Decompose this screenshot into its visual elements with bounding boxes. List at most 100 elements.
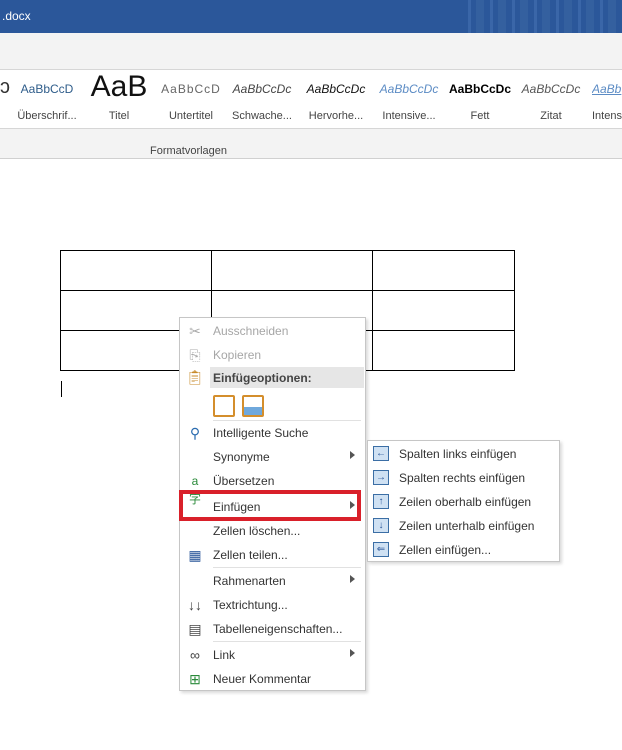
menu-item-new-comment[interactable]: ⊞ Neuer Kommentar bbox=[180, 667, 365, 691]
scissors-icon: ✂ bbox=[189, 323, 201, 339]
paste-options-header: Einfügeoptionen: bbox=[210, 367, 364, 388]
styles-gallery: ɔ AaBbCcD Überschrif... AaB Titel AaBbCcD U… bbox=[0, 69, 622, 129]
style-name: Untertitel bbox=[168, 110, 214, 122]
style-name: Schwache... bbox=[232, 110, 292, 122]
style-name: Intensive... bbox=[382, 110, 436, 122]
style-subtitle[interactable]: AaBbCcD Untertitel bbox=[156, 70, 226, 130]
menu-label: Übersetzen bbox=[213, 474, 275, 488]
menu-item-link[interactable]: ∞ Link bbox=[180, 643, 365, 667]
menu-label: Spalten links einfügen bbox=[399, 447, 517, 461]
style-name: Fett bbox=[470, 110, 490, 122]
submenu-insert-rows-below[interactable]: ↓ Zeilen unterhalb einfügen bbox=[368, 514, 559, 538]
style-title[interactable]: AaB Titel bbox=[84, 70, 154, 130]
style-name: Zitat bbox=[540, 110, 562, 122]
style-partial[interactable]: ɔ bbox=[0, 70, 10, 130]
menu-item-synonyms[interactable]: Synonyme bbox=[180, 445, 365, 469]
menu-item-smart-lookup[interactable]: ⚲ Intelligente Suche bbox=[180, 421, 365, 445]
title-bar: .docx bbox=[0, 0, 622, 33]
chevron-right-icon bbox=[350, 451, 355, 459]
menu-item-copy[interactable]: ⎘ Kopieren bbox=[180, 343, 365, 367]
window-title: .docx bbox=[2, 9, 31, 23]
style-subtle-emphasis[interactable]: AaBbCcDc Schwache... bbox=[228, 70, 296, 130]
menu-label: Textrichtung... bbox=[213, 598, 288, 612]
translate-icon: a字 bbox=[188, 474, 201, 506]
paste-icon: 📋︎ bbox=[186, 369, 204, 385]
insert-cells-icon: ⇐ bbox=[373, 542, 389, 557]
ribbon-tabs-area bbox=[0, 33, 622, 69]
menu-label: Zellen löschen... bbox=[213, 524, 301, 538]
insert-column-left-icon: ← bbox=[373, 446, 389, 461]
search-icon: ⚲ bbox=[189, 425, 201, 441]
style-name: Titel bbox=[108, 110, 130, 122]
style-preview: AaBbCcD bbox=[20, 82, 74, 96]
insert-row-above-icon: ↑ bbox=[373, 494, 389, 509]
table-cell[interactable] bbox=[372, 290, 515, 331]
menu-item-table-properties[interactable]: ▤ Tabelleneigenschaften... bbox=[180, 617, 365, 641]
style-preview: AaB bbox=[90, 70, 148, 103]
paste-keep-text-icon[interactable] bbox=[213, 395, 235, 417]
menu-label: Einfügeoptionen: bbox=[213, 371, 312, 385]
copy-icon: ⎘ bbox=[189, 347, 201, 363]
menu-item-text-direction[interactable]: ↓↓ Textrichtung... bbox=[180, 593, 365, 617]
new-comment-icon: ⊞ bbox=[189, 671, 201, 687]
submenu-insert-columns-right[interactable]: → Spalten rechts einfügen bbox=[368, 466, 559, 490]
title-bar-decoration bbox=[462, 0, 622, 33]
style-preview: AaBbCcDc bbox=[521, 82, 581, 96]
menu-label: Ausschneiden bbox=[213, 324, 289, 338]
menu-label: Zeilen unterhalb einfügen bbox=[399, 519, 535, 533]
insert-column-right-icon: → bbox=[373, 470, 389, 485]
style-preview: AaBbCcDc bbox=[306, 82, 366, 96]
table-cell[interactable] bbox=[372, 250, 515, 291]
style-preview: AaBbCcDc bbox=[379, 82, 439, 96]
menu-label: Zeilen oberhalb einfügen bbox=[399, 495, 532, 509]
style-strong[interactable]: AaBbCcDc Fett bbox=[448, 70, 512, 130]
paste-picture-icon[interactable] bbox=[242, 395, 264, 417]
text-direction-icon: ↓↓ bbox=[188, 597, 202, 613]
chevron-right-icon bbox=[350, 649, 355, 657]
table-properties-icon: ▤ bbox=[188, 621, 202, 637]
menu-label: Kopieren bbox=[213, 348, 262, 362]
insert-submenu: ← Spalten links einfügen → Spalten rechts … bbox=[367, 440, 560, 562]
separator bbox=[213, 567, 361, 568]
style-preview: AaBbCcDc bbox=[232, 82, 292, 96]
submenu-insert-columns-left[interactable]: ← Spalten links einfügen bbox=[368, 442, 559, 466]
highlight-box bbox=[179, 490, 361, 521]
menu-item-cut[interactable]: ✂ Ausschneiden bbox=[180, 319, 365, 343]
menu-label: Rahmenarten bbox=[213, 574, 286, 588]
menu-label: Tabelleneigenschaften... bbox=[213, 622, 343, 636]
style-preview: AaBb bbox=[592, 82, 622, 96]
text-cursor bbox=[61, 381, 62, 397]
insert-row-below-icon: ↓ bbox=[373, 518, 389, 533]
menu-label: Intelligente Suche bbox=[213, 426, 309, 440]
style-preview: AaBbCcDc bbox=[448, 82, 511, 96]
menu-label: Link bbox=[213, 648, 236, 662]
ribbon-group-footer: Formatvorlagen bbox=[0, 129, 622, 159]
style-name: Intens bbox=[592, 110, 622, 122]
menu-label: Neuer Kommentar bbox=[213, 672, 312, 686]
menu-label: Zellen teilen... bbox=[213, 548, 288, 562]
link-icon: ∞ bbox=[190, 647, 200, 663]
menu-label: Zellen einfügen... bbox=[399, 543, 492, 557]
split-cells-icon: ▦ bbox=[188, 547, 202, 563]
table-cell[interactable] bbox=[372, 330, 515, 371]
separator bbox=[213, 641, 361, 642]
menu-label: Spalten rechts einfügen bbox=[399, 471, 526, 485]
menu-item-border-styles[interactable]: Rahmenarten bbox=[180, 569, 365, 593]
menu-item-delete-cells[interactable]: Zellen löschen... bbox=[180, 519, 365, 543]
style-preview: AaBbCcD bbox=[161, 82, 221, 96]
style-quote[interactable]: AaBbCcDc Zitat bbox=[518, 70, 584, 130]
submenu-insert-cells[interactable]: ⇐ Zellen einfügen... bbox=[368, 538, 559, 562]
chevron-right-icon bbox=[350, 575, 355, 583]
table-cell[interactable] bbox=[60, 250, 212, 291]
submenu-insert-rows-above[interactable]: ↑ Zeilen oberhalb einfügen bbox=[368, 490, 559, 514]
style-name: Überschrif... bbox=[17, 110, 77, 122]
style-intense-emphasis[interactable]: AaBbCcDc Intensive... bbox=[376, 70, 442, 130]
style-intense-quote[interactable]: AaBb Intens bbox=[592, 70, 622, 130]
style-emphasis[interactable]: AaBbCcDc Hervorhe... bbox=[302, 70, 370, 130]
style-heading[interactable]: AaBbCcD Überschrif... bbox=[12, 70, 82, 130]
menu-label: Synonyme bbox=[213, 450, 270, 464]
menu-item-split-cells[interactable]: ▦ Zellen teilen... bbox=[180, 543, 365, 567]
group-label: Formatvorlagen bbox=[150, 145, 228, 157]
table-cell[interactable] bbox=[211, 250, 373, 291]
style-name: Hervorhe... bbox=[308, 110, 364, 122]
